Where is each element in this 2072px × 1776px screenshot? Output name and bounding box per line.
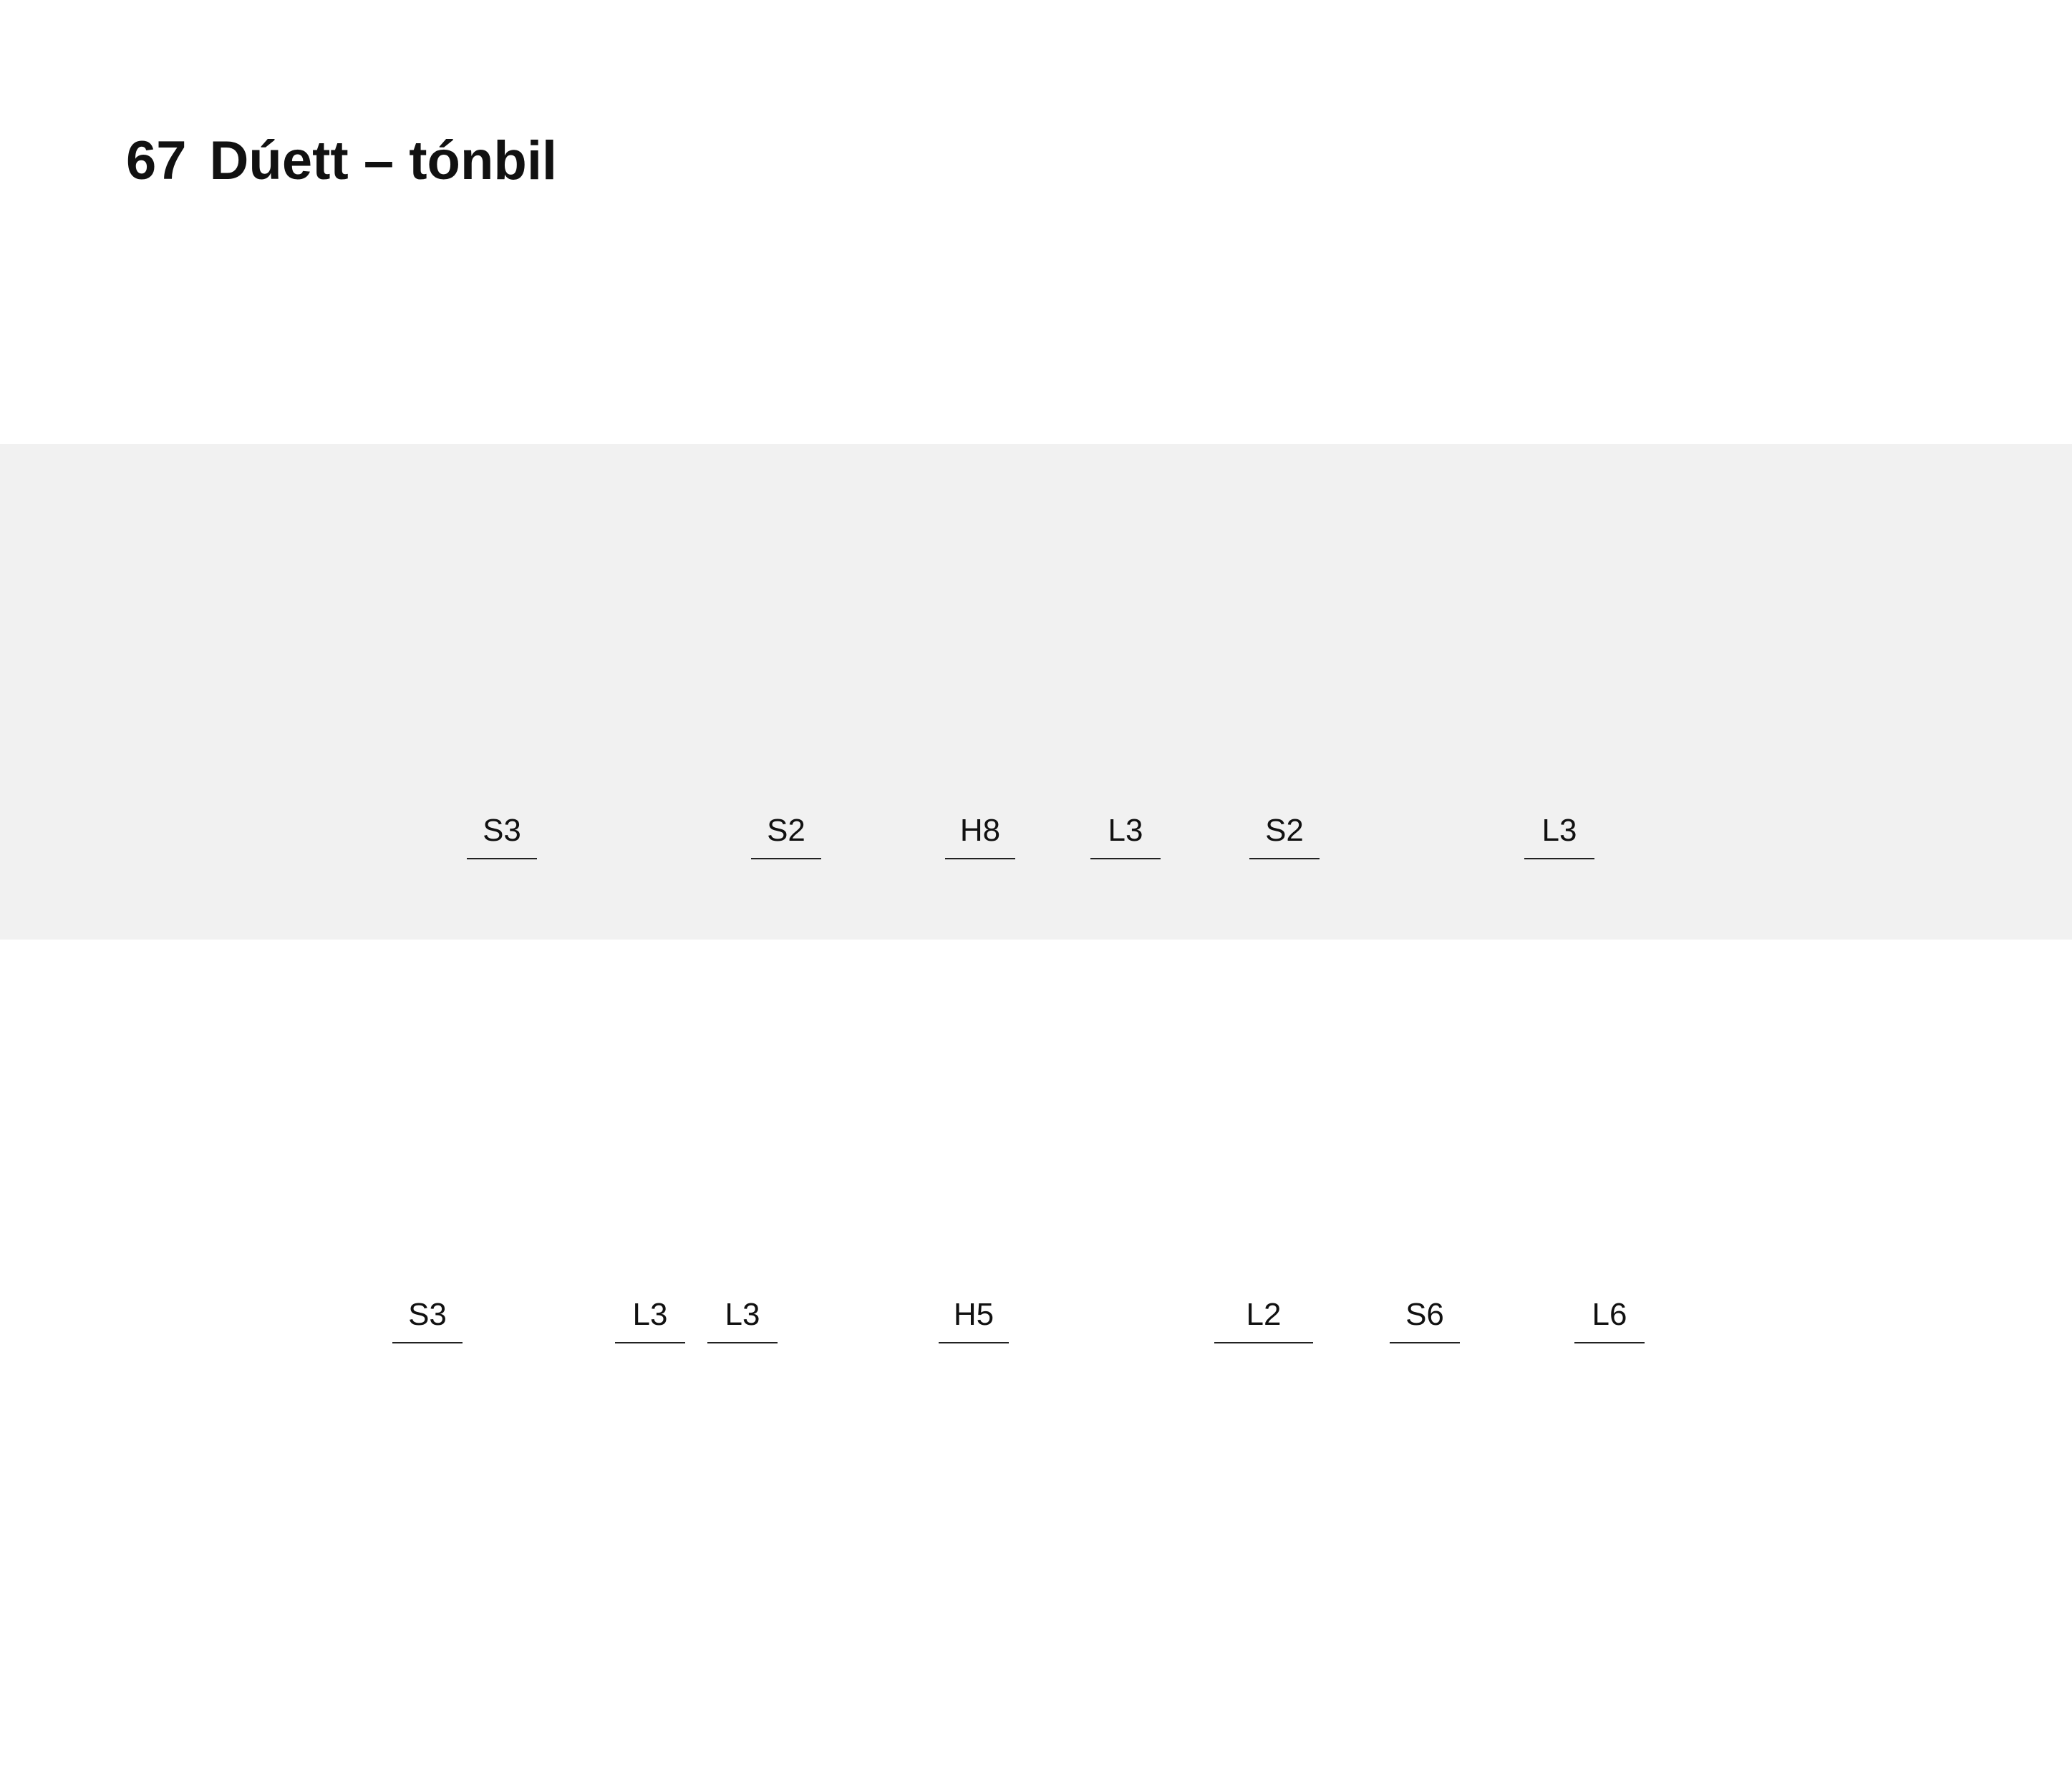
interval-slot: L3 <box>707 1299 778 1343</box>
interval-label: S3 <box>408 1297 447 1332</box>
interval-label: L3 <box>725 1297 760 1332</box>
interval-slot: S3 <box>392 1299 463 1343</box>
interval-label: H8 <box>959 813 1001 848</box>
page-heading: 67 Dúett – tónbil <box>126 122 557 201</box>
interval-slot: L3 <box>615 1299 685 1343</box>
interval-slot: S2 <box>751 815 821 859</box>
page-number: 67 <box>126 130 187 191</box>
interval-label: S2 <box>1265 813 1304 848</box>
interval-label: S6 <box>1405 1297 1444 1332</box>
interval-slot: H5 <box>939 1299 1009 1343</box>
interval-slot: H8 <box>945 815 1015 859</box>
interval-slot: L2 <box>1214 1299 1313 1343</box>
interval-slot: L6 <box>1574 1299 1645 1343</box>
interval-label: L2 <box>1246 1297 1282 1332</box>
interval-label: L3 <box>1541 813 1577 848</box>
interval-slot: S6 <box>1390 1299 1460 1343</box>
interval-label: S3 <box>483 813 521 848</box>
interval-label: L3 <box>632 1297 668 1332</box>
interval-label: L6 <box>1592 1297 1627 1332</box>
page-title: Dúett – tónbil <box>209 130 558 191</box>
interval-label: L3 <box>1108 813 1143 848</box>
interval-slot: S2 <box>1249 815 1320 859</box>
interval-label: H5 <box>953 1297 994 1332</box>
interval-slot: S3 <box>467 815 537 859</box>
interval-slot: L3 <box>1524 815 1594 859</box>
interval-label: S2 <box>767 813 805 848</box>
interval-slot: L3 <box>1090 815 1161 859</box>
shaded-band <box>0 444 2072 940</box>
